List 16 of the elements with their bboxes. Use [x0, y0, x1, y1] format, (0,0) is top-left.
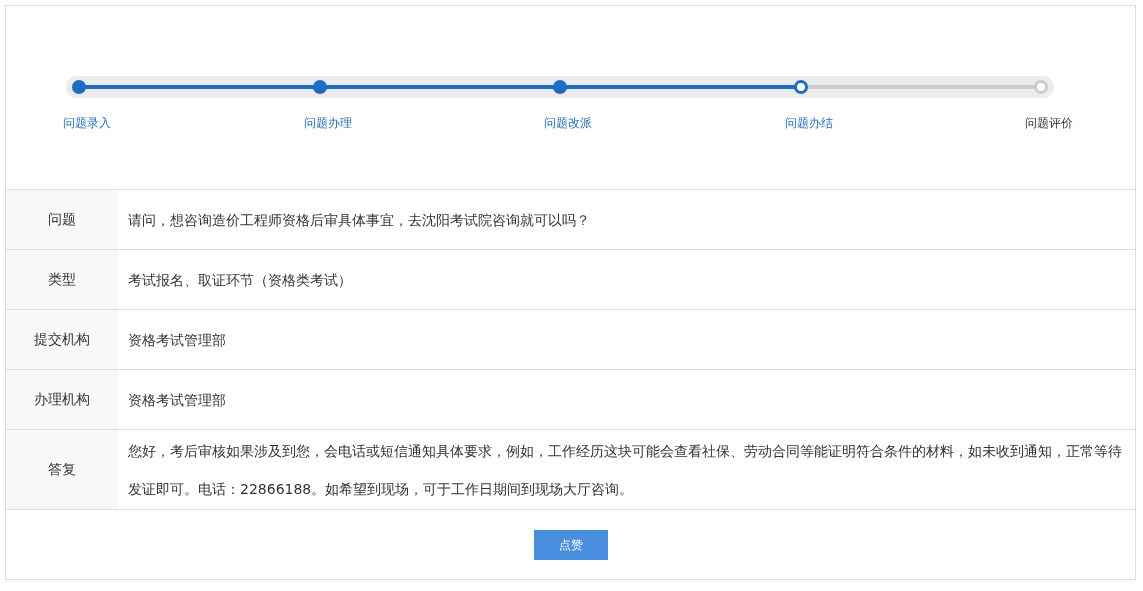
field-label: 类型 [6, 250, 118, 309]
field-label: 问题 [6, 190, 118, 249]
step-label: 问题办理 [303, 115, 352, 132]
step-label: 问题录入 [63, 115, 111, 132]
step-label: 问题评价 [1025, 115, 1073, 132]
like-button[interactable]: 点赞 [533, 530, 608, 560]
field-label: 提交机构 [6, 310, 118, 369]
field-label: 办理机构 [6, 370, 118, 429]
step-label: 问题改派 [544, 115, 592, 132]
field-value: 请问，想咨询造价工程师资格后审具体事宜，去沈阳考试院咨询就可以吗？ [127, 210, 591, 230]
field-value: 资格考试管理部 [127, 390, 227, 410]
field-label: 答复 [6, 430, 118, 509]
field-value: 资格考试管理部 [127, 330, 227, 350]
field-value: 考试报名、取证环节（资格类考试） [127, 270, 353, 290]
step-label: 问题办结 [784, 115, 833, 132]
field-value: 您好，考后审核如果涉及到您，会电话或短信通知具体要求，例如，工作经历这块可能会查看社保、劳动合同等能证明符合条件的材料，如未收到通知，正常等待发证即可。电话：22866188。如希望到现场，可于工作日期间到现场大厅咨询。 [127, 441, 1123, 499]
